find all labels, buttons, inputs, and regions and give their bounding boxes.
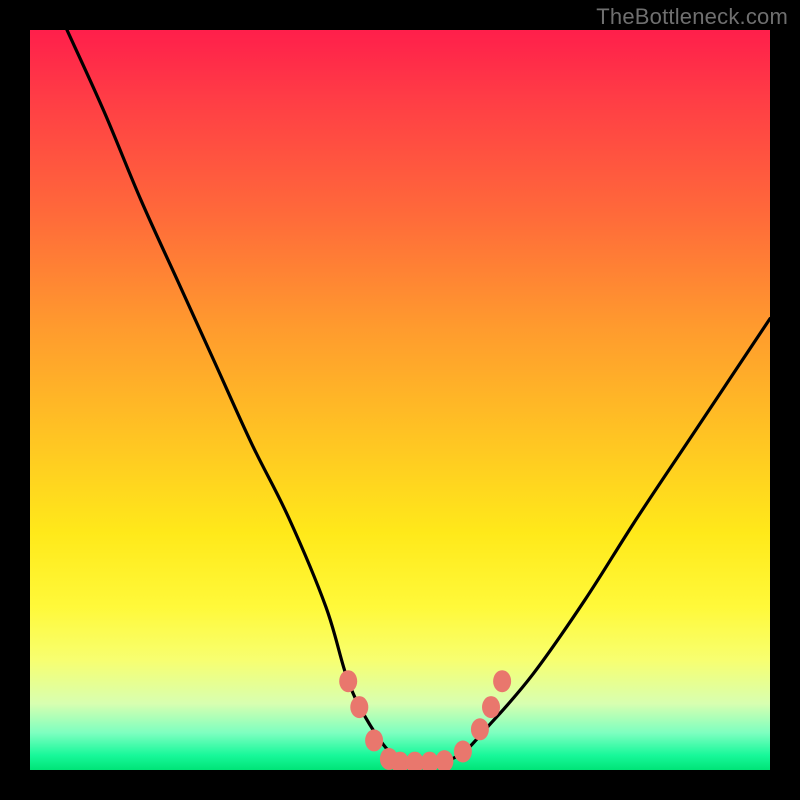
highlight-dots-group xyxy=(339,670,511,770)
plot-area xyxy=(30,30,770,770)
highlight-dot xyxy=(350,696,368,718)
highlight-dot xyxy=(435,750,453,770)
outer-black-frame: TheBottleneck.com xyxy=(0,0,800,800)
highlight-dot xyxy=(454,741,472,763)
highlight-dot xyxy=(471,718,489,740)
highlight-dot xyxy=(339,670,357,692)
watermark-text: TheBottleneck.com xyxy=(596,4,788,30)
highlight-dot xyxy=(365,729,383,751)
highlight-dot xyxy=(482,696,500,718)
bottleneck-curve-line xyxy=(67,30,770,764)
chart-svg xyxy=(30,30,770,770)
highlight-dot xyxy=(493,670,511,692)
